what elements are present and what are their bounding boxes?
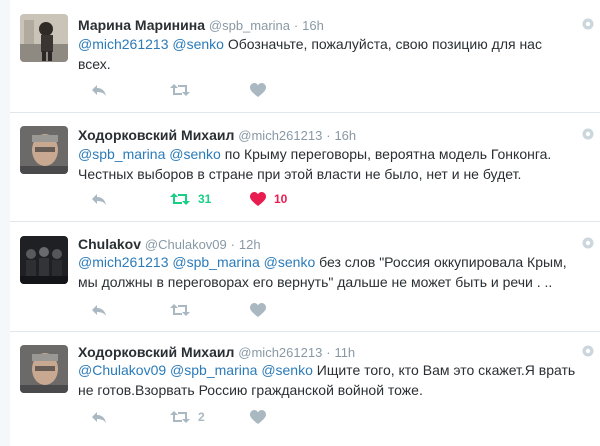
avatar[interactable] — [20, 345, 68, 393]
avatar-photo — [20, 345, 68, 393]
chevron-down-icon[interactable] — [582, 345, 594, 357]
reply-icon — [92, 194, 106, 205]
tweet-timestamp[interactable]: 16h — [302, 18, 324, 33]
separator-dot: · — [326, 128, 331, 143]
tweet-actions — [78, 80, 498, 100]
like-button[interactable] — [250, 300, 274, 320]
mention-link[interactable]: @spb_marina — [172, 254, 259, 270]
chevron-down-icon[interactable] — [582, 128, 594, 140]
reply-icon — [92, 305, 106, 316]
reply-icon — [92, 85, 106, 96]
retweet-button[interactable]: 31 — [170, 189, 211, 209]
separator-dot: · — [293, 18, 299, 33]
tweet-text: @mich261213 @senko Обозначьте, пожалуйст… — [78, 34, 578, 74]
reply-button[interactable] — [90, 189, 108, 209]
chevron-down-icon[interactable] — [582, 18, 594, 30]
author-handle[interactable]: @spb_marina — [209, 18, 290, 33]
separator-dot: · — [326, 345, 331, 360]
tweet[interactable]: Марина Маринина @spb_marina · 16h @mich2… — [10, 0, 600, 113]
mention-link[interactable]: @mich261213 — [78, 36, 169, 52]
like-button[interactable] — [250, 80, 274, 100]
avatar-photo — [20, 236, 68, 284]
retweet-button[interactable] — [170, 300, 198, 320]
author-handle[interactable]: @mich261213 — [238, 128, 322, 143]
author-name[interactable]: Марина Маринина — [78, 17, 205, 33]
chevron-down-icon[interactable] — [582, 237, 594, 249]
tweet-timestamp[interactable]: 16h — [334, 128, 356, 143]
mention-link[interactable]: @Chulakov09 — [78, 362, 166, 378]
reply-icon — [92, 412, 106, 423]
retweet-icon — [170, 193, 190, 205]
like-button[interactable] — [250, 407, 274, 427]
heart-icon — [250, 82, 266, 97]
reply-button[interactable] — [90, 407, 108, 427]
timeline: Марина Маринина @spb_marina · 16h @mich2… — [10, 0, 600, 446]
mention-link[interactable]: @senko — [172, 36, 224, 52]
retweet-icon — [170, 411, 190, 423]
heart-icon — [250, 191, 266, 206]
tweet-actions — [78, 300, 498, 320]
mention-link[interactable]: @mich261213 — [78, 254, 169, 270]
separator-dot: · — [230, 237, 235, 252]
tweet[interactable]: Ходорковский Михаил @mich261213 · 16h @s… — [10, 113, 600, 222]
tweet-actions: 31 10 — [78, 189, 498, 209]
heart-icon — [250, 409, 266, 424]
mention-link[interactable]: @spb_marina — [170, 362, 257, 378]
avatar[interactable] — [20, 126, 68, 174]
reply-button[interactable] — [90, 80, 108, 100]
retweet-count: 2 — [198, 410, 205, 424]
tweet-timestamp[interactable]: 11h — [334, 345, 355, 360]
tweet-header: Chulakov @Chulakov09 · 12h — [78, 235, 261, 253]
retweet-icon — [170, 304, 190, 316]
reply-button[interactable] — [90, 300, 108, 320]
mention-link[interactable]: @senko — [169, 146, 221, 162]
retweet-count: 31 — [198, 192, 212, 206]
tweet-header: Марина Маринина @spb_marina · 16h — [78, 16, 324, 34]
avatar-photo — [20, 126, 68, 174]
author-handle[interactable]: @mich261213 — [238, 345, 322, 360]
mention-link[interactable]: @senko — [264, 254, 316, 270]
author-name[interactable]: Ходорковский Михаил — [78, 127, 234, 143]
author-handle[interactable]: @Chulakov09 — [145, 237, 227, 252]
tweet-text: @spb_marina @senko по Крыму переговоры, … — [78, 144, 578, 184]
avatar-photo — [20, 14, 68, 62]
like-button[interactable]: 10 — [250, 189, 287, 209]
retweet-button[interactable]: 2 — [170, 407, 205, 427]
tweet-header: Ходорковский Михаил @mich261213 · 11h — [78, 343, 355, 361]
tweet[interactable]: Chulakov @Chulakov09 · 12h @mich261213 @… — [10, 222, 600, 332]
author-name[interactable]: Chulakov — [78, 236, 141, 252]
tweet-text: @mich261213 @spb_marina @senko без слов … — [78, 252, 578, 292]
retweet-icon — [170, 84, 190, 96]
avatar[interactable] — [20, 14, 68, 62]
tweet-actions: 2 — [78, 407, 498, 427]
tweet-timestamp[interactable]: 12h — [239, 237, 261, 252]
tweet-text: @Chulakov09 @spb_marina @senko Ищите тог… — [78, 360, 578, 400]
retweet-button[interactable] — [170, 80, 198, 100]
mention-link[interactable]: @spb_marina — [78, 146, 165, 162]
heart-icon — [250, 302, 266, 317]
tweet-header: Ходорковский Михаил @mich261213 · 16h — [78, 126, 356, 144]
author-name[interactable]: Ходорковский Михаил — [78, 344, 234, 360]
avatar[interactable] — [20, 236, 68, 284]
mention-link[interactable]: @senko — [261, 362, 313, 378]
tweet[interactable]: Ходорковский Михаил @mich261213 · 11h @C… — [10, 332, 600, 446]
like-count: 10 — [274, 192, 288, 206]
